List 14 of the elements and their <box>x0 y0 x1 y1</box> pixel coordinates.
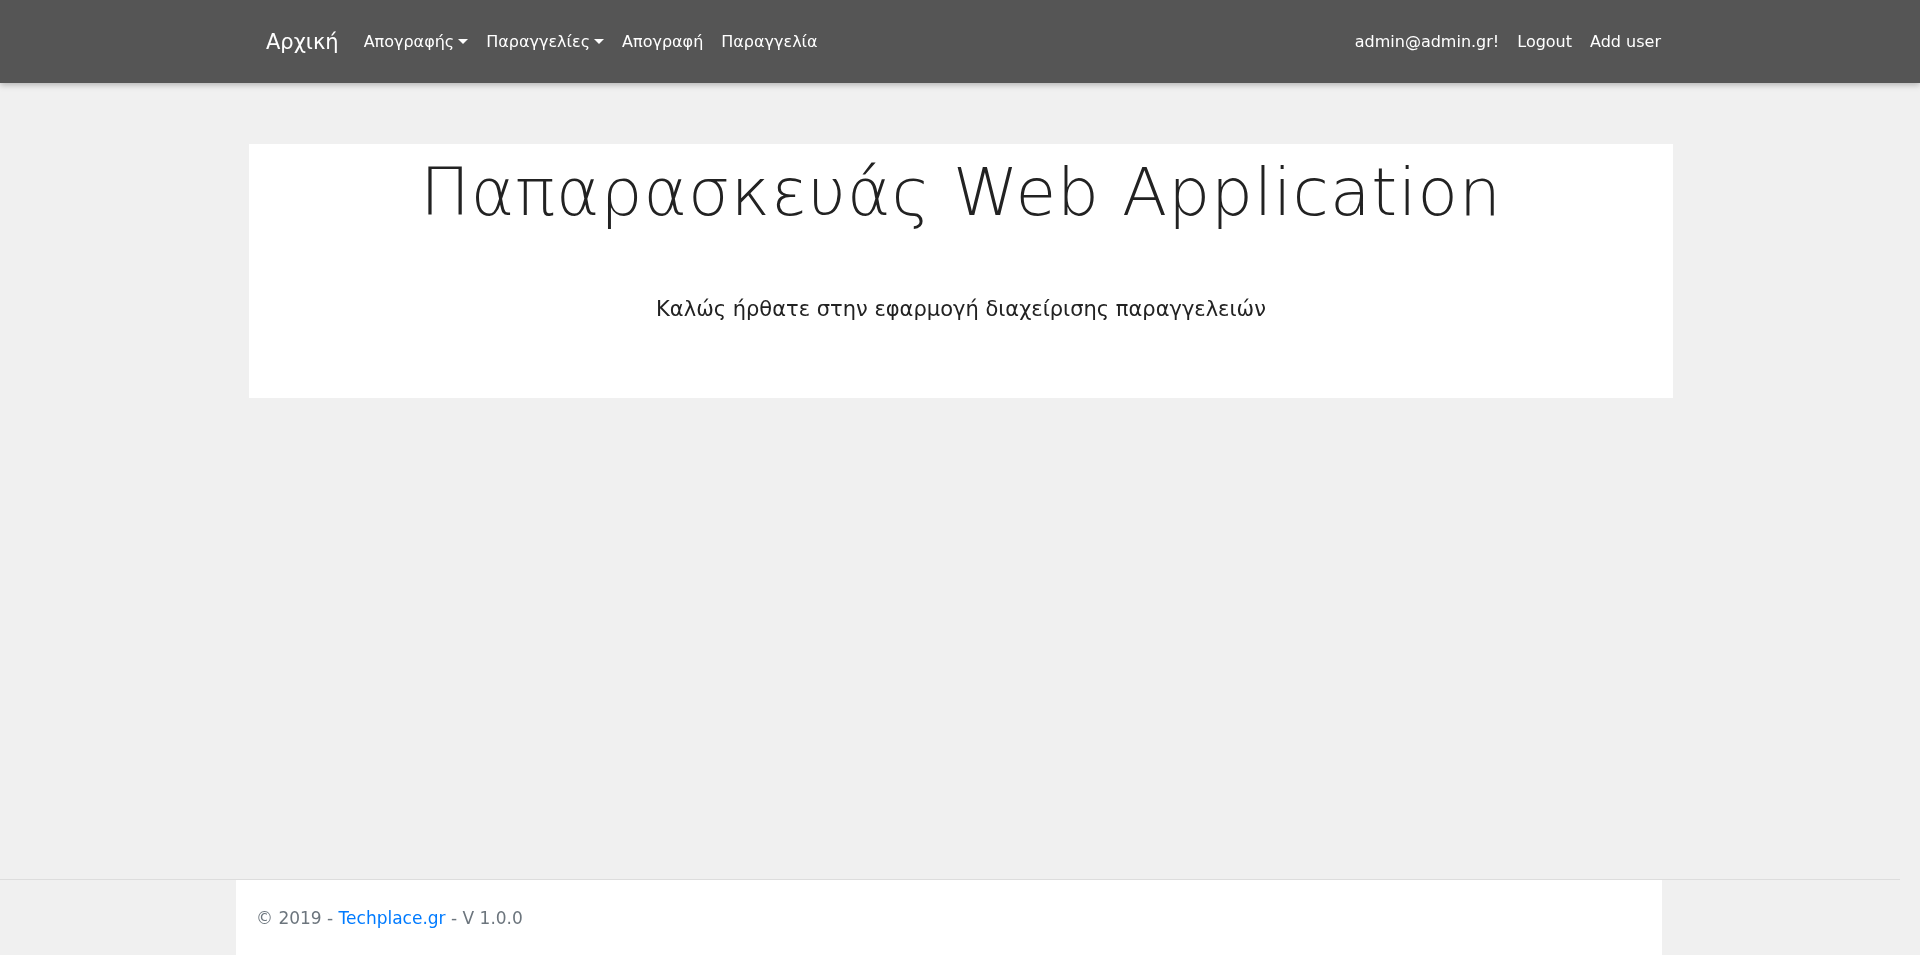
caret-icon <box>594 39 605 44</box>
brand-link[interactable]: Αρχική <box>266 29 339 54</box>
caret-icon <box>458 39 469 44</box>
nav-link[interactable]: Απογραφή <box>613 24 713 59</box>
footer-link[interactable]: Techplace.gr <box>338 907 446 928</box>
nav-link[interactable]: Add user <box>1581 24 1670 59</box>
page-title: Παπαρασκευάς Web Application <box>420 154 1502 231</box>
footer-text: © 2019 - Techplace.gr - V 1.0.0 <box>256 907 523 928</box>
nav-dropdown[interactable]: Απογραφής <box>354 24 478 59</box>
nav-link[interactable]: admin@admin.gr! <box>1345 24 1509 59</box>
nav-dropdown[interactable]: Παραγγελίες <box>477 24 614 59</box>
nav-link[interactable]: Παραγγελία <box>712 24 827 59</box>
nav-link[interactable]: Logout <box>1508 24 1582 59</box>
welcome-text: Καλώς ήρθατε στην εφαρμογή διαχείρισης παραγγελειών <box>656 297 1266 321</box>
